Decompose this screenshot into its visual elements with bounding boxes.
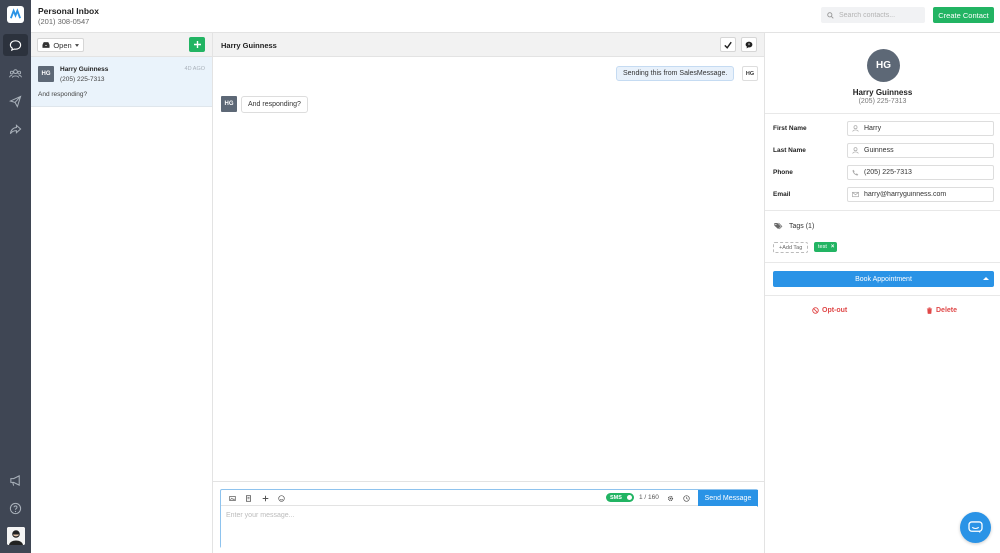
app: Personal Inbox (201) 308-0547 Create Con… <box>0 0 1000 553</box>
status-filter-label: Open <box>53 40 72 50</box>
conversation-item[interactable]: HG Harry Guinness (205) 225-7313 4D AGO … <box>31 57 212 107</box>
status-filter-dropdown[interactable]: Open <box>37 38 84 52</box>
chat-note-icon <box>745 41 753 48</box>
contacts-icon[interactable] <box>3 62 28 84</box>
conversation-preview: And responding? <box>38 91 88 98</box>
search-input[interactable] <box>839 11 919 19</box>
toggle-knob <box>627 495 632 500</box>
contact-fields: First Name Last Name Phone Email <box>765 113 1000 211</box>
conversation-list: Open HG Harry Guinness (205) 225-7313 4D… <box>31 33 213 553</box>
avatar: HG <box>38 66 54 82</box>
last-name-label: Last Name <box>773 147 806 154</box>
help-icon[interactable] <box>3 497 28 519</box>
phone-icon <box>852 169 859 176</box>
avatar: HG <box>742 66 758 81</box>
chat-title: Harry Guinness <box>221 41 277 50</box>
sms-toggle[interactable]: SMS <box>606 493 634 502</box>
plus-icon <box>193 41 201 48</box>
image-icon[interactable] <box>227 493 237 503</box>
close-conversation-button[interactable] <box>720 37 736 52</box>
support-chat-launcher[interactable] <box>960 512 991 543</box>
composer-area: SMS 1 / 160 Send Message <box>213 481 764 553</box>
contact-phone: (205) 225-7313 <box>858 98 907 105</box>
tag-chip: test × <box>814 242 838 252</box>
chevron-down-icon <box>74 43 79 47</box>
add-icon[interactable] <box>260 493 270 503</box>
conversation-contact-name: Harry Guinness <box>60 66 109 73</box>
inbox-phone: (201) 308-0547 <box>38 17 90 26</box>
remove-tag-icon[interactable]: × <box>831 244 835 250</box>
send-message-button[interactable]: Send Message <box>698 490 758 506</box>
tags-header: Tags (1) <box>774 222 814 230</box>
notes-button[interactable] <box>741 37 757 52</box>
email-label: Email <box>773 191 791 198</box>
phone-field[interactable] <box>847 165 994 180</box>
conversation-contact-phone: (205) 225-7313 <box>60 76 105 83</box>
character-count: 1 / 160 <box>639 494 659 501</box>
conversation-list-header: Open <box>31 33 212 57</box>
tags-label: Tags (1) <box>789 222 815 230</box>
phone-input[interactable] <box>864 169 989 176</box>
create-contact-button[interactable]: Create Contact <box>933 7 994 23</box>
opt-out-button[interactable]: Opt-out <box>812 307 847 314</box>
ban-icon <box>812 307 819 314</box>
conversations-icon[interactable] <box>3 34 28 56</box>
inbox-title[interactable]: Personal Inbox <box>38 6 99 16</box>
book-appointment-button[interactable]: Book Appointment <box>773 271 994 287</box>
search-box[interactable] <box>821 7 925 23</box>
emoji-icon[interactable] <box>276 493 286 503</box>
message-composer: SMS 1 / 160 Send Message <box>220 489 758 548</box>
forward-icon[interactable] <box>3 118 28 140</box>
broadcast-icon[interactable] <box>3 90 28 112</box>
top-bar: Personal Inbox (201) 308-0547 Create Con… <box>31 0 1000 33</box>
trash-icon <box>926 307 933 314</box>
book-appointment-label: Book Appointment <box>855 275 912 283</box>
chat-panel: Harry Guinness Sending this from SalesMe… <box>213 33 765 553</box>
email-input[interactable] <box>864 191 989 198</box>
user-avatar[interactable] <box>7 527 25 545</box>
left-rail <box>0 0 31 553</box>
sms-toggle-label: SMS <box>610 494 622 501</box>
schedule-clock-icon[interactable] <box>681 493 691 503</box>
inbox-tray-icon <box>42 42 50 48</box>
divider <box>765 295 1000 296</box>
user-icon <box>852 147 859 154</box>
conversation-timestamp: 4D AGO <box>184 66 205 72</box>
last-name-field[interactable] <box>847 143 994 158</box>
contact-avatar: HG <box>867 49 900 82</box>
tags-icon <box>774 222 783 230</box>
logo-icon[interactable] <box>7 6 24 23</box>
outgoing-message: Sending this from SalesMessage. <box>616 66 735 81</box>
chat-header: Harry Guinness <box>213 33 764 57</box>
checkmark-icon <box>724 41 732 49</box>
megaphone-icon[interactable] <box>3 469 28 491</box>
avatar: HG <box>221 96 237 112</box>
message-input[interactable] <box>221 507 758 548</box>
email-field[interactable] <box>847 187 994 202</box>
caret-up-icon[interactable] <box>983 277 989 280</box>
first-name-input[interactable] <box>864 125 989 132</box>
tag-label: test <box>818 244 827 250</box>
settings-gear-icon[interactable] <box>665 493 675 503</box>
last-name-input[interactable] <box>864 147 989 154</box>
opt-out-label: Opt-out <box>822 307 848 314</box>
add-tag-button[interactable]: +Add Tag <box>773 242 809 253</box>
delete-contact-button[interactable]: Delete <box>926 307 957 314</box>
contact-panel: HG Harry Guinness (205) 225-7313 First N… <box>765 33 1000 553</box>
phone-label: Phone <box>773 169 793 176</box>
template-icon[interactable] <box>243 493 253 503</box>
first-name-field[interactable] <box>847 121 994 136</box>
contact-name: Harry Guinness <box>852 88 913 97</box>
support-chat-icon <box>968 521 983 534</box>
new-conversation-button[interactable] <box>189 37 205 52</box>
divider <box>765 262 1000 263</box>
first-name-label: First Name <box>773 125 807 132</box>
search-icon <box>827 11 834 19</box>
user-icon <box>852 125 859 132</box>
envelope-icon <box>852 191 859 198</box>
composer-toolbar: SMS 1 / 160 Send Message <box>221 490 758 506</box>
incoming-message: And responding? <box>241 96 308 113</box>
delete-label: Delete <box>936 307 958 314</box>
